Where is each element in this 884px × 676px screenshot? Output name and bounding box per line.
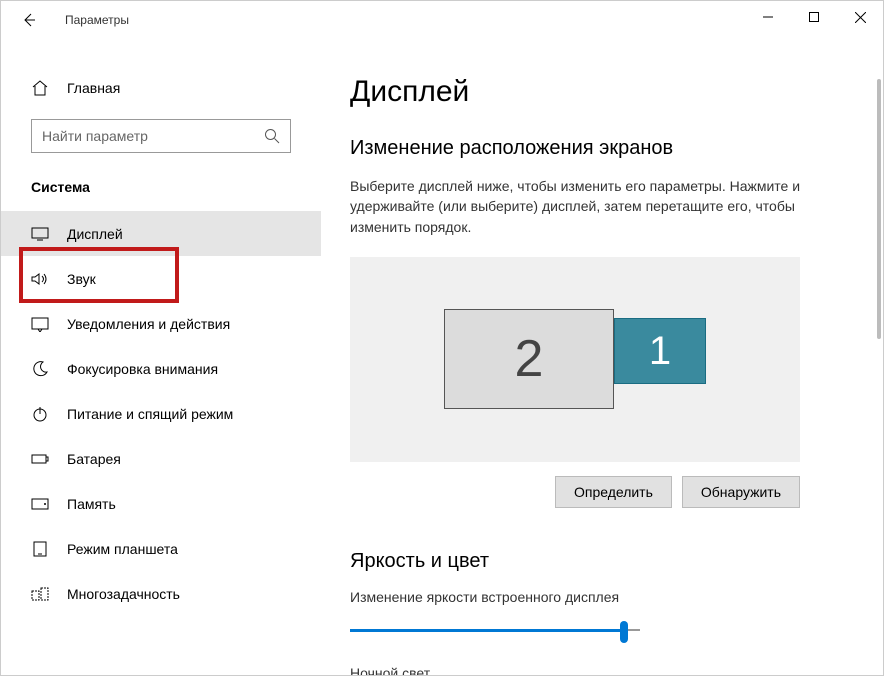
main-content: Дисплей Изменение расположения экранов В… <box>321 39 883 675</box>
battery-icon <box>31 450 49 468</box>
sidebar-item-display[interactable]: Дисплей <box>1 211 321 256</box>
close-icon <box>855 12 866 23</box>
moon-icon <box>31 360 49 378</box>
brightness-heading: Яркость и цвет <box>350 550 863 573</box>
sidebar-item-focus[interactable]: Фокусировка внимания <box>1 346 321 391</box>
nightlight-label: Ночной свет <box>350 665 863 675</box>
sound-icon <box>31 270 49 288</box>
sidebar-item-label: Фокусировка внимания <box>67 361 218 377</box>
scrollbar[interactable] <box>877 79 881 339</box>
search-input[interactable] <box>42 128 264 144</box>
display-monitor-2[interactable]: 2 <box>444 309 614 409</box>
storage-icon <box>31 495 49 513</box>
close-button[interactable] <box>837 1 883 33</box>
sidebar-item-notifications[interactable]: Уведомления и действия <box>1 301 321 346</box>
home-label: Главная <box>67 80 120 96</box>
brightness-label: Изменение яркости встроенного дисплея <box>350 589 863 605</box>
brightness-slider[interactable] <box>350 619 640 643</box>
tablet-icon <box>31 540 49 558</box>
sidebar: Главная Система Дисплей Звук <box>1 39 321 675</box>
sidebar-item-label: Дисплей <box>67 226 123 242</box>
home-icon <box>31 79 49 97</box>
display-arrangement-area[interactable]: 2 1 <box>350 257 800 462</box>
arrange-note: Выберите дисплей ниже, чтобы изменить ег… <box>350 176 810 237</box>
arrange-heading: Изменение расположения экранов <box>350 137 863 160</box>
search-box[interactable] <box>31 119 291 153</box>
sidebar-item-label: Батарея <box>67 451 121 467</box>
minimize-icon <box>763 12 773 22</box>
window-title: Параметры <box>65 13 129 27</box>
sidebar-item-battery[interactable]: Батарея <box>1 436 321 481</box>
multitasking-icon <box>31 585 49 603</box>
monitor-icon <box>31 225 49 243</box>
power-icon <box>31 405 49 423</box>
sidebar-item-power[interactable]: Питание и спящий режим <box>1 391 321 436</box>
sidebar-item-storage[interactable]: Память <box>1 481 321 526</box>
sidebar-item-multitasking[interactable]: Многозадачность <box>1 571 321 616</box>
sidebar-item-label: Память <box>67 496 116 512</box>
sidebar-item-label: Уведомления и действия <box>67 316 230 332</box>
minimize-button[interactable] <box>745 1 791 33</box>
search-icon <box>264 128 280 144</box>
display-number: 1 <box>649 329 671 374</box>
slider-thumb[interactable] <box>620 621 628 643</box>
window-controls <box>745 1 883 33</box>
sidebar-item-label: Режим планшета <box>67 541 178 557</box>
sidebar-item-label: Питание и спящий режим <box>67 406 233 422</box>
arrow-left-icon <box>21 12 37 28</box>
home-link[interactable]: Главная <box>1 71 321 105</box>
titlebar: Параметры <box>1 1 883 39</box>
display-number: 2 <box>515 329 544 389</box>
notification-icon <box>31 315 49 333</box>
identify-button[interactable]: Определить <box>555 476 672 508</box>
slider-fill <box>350 629 623 632</box>
display-monitor-1[interactable]: 1 <box>614 318 706 384</box>
page-title: Дисплей <box>350 75 863 109</box>
sidebar-item-sound[interactable]: Звук <box>1 256 321 301</box>
maximize-button[interactable] <box>791 1 837 33</box>
divider <box>321 189 322 389</box>
maximize-icon <box>809 12 819 22</box>
sidebar-item-label: Звук <box>67 271 96 287</box>
sidebar-item-label: Многозадачность <box>67 586 180 602</box>
section-label: Система <box>31 179 321 195</box>
back-button[interactable] <box>11 2 47 38</box>
detect-button[interactable]: Обнаружить <box>682 476 800 508</box>
sidebar-item-tablet[interactable]: Режим планшета <box>1 526 321 571</box>
